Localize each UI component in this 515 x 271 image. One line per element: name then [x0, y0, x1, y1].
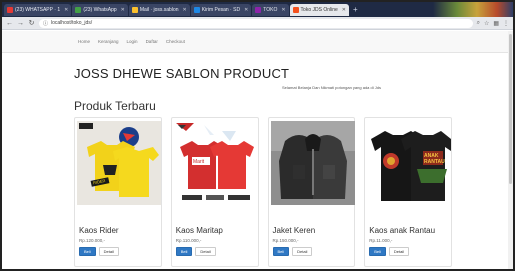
tab-favicon-icon	[292, 6, 299, 13]
tab-label: Mail · joss.sablon	[139, 6, 179, 13]
buy-button[interactable]: Beli	[369, 247, 386, 256]
browser-tab[interactable]: Mail · joss.sablon ✕	[128, 3, 190, 16]
tab-label: Kirim Pesan · SD	[201, 6, 241, 13]
product-actions: Beli Detail	[175, 247, 216, 256]
svg-text:RANTAU: RANTAU	[424, 159, 445, 165]
tab-favicon-icon	[131, 6, 138, 13]
tab-favicon-icon	[255, 6, 262, 13]
product-price: Rp.120.000,-	[79, 238, 106, 243]
browser-tab[interactable]: Kirim Pesan · SD ✕	[190, 3, 252, 16]
menu-icon[interactable]: ⋮	[503, 20, 509, 27]
product-name: Kaos Rider	[79, 226, 119, 235]
close-icon[interactable]: ✕	[183, 7, 187, 13]
product-name: Jaket Keren	[272, 226, 316, 235]
black-jacket-image[interactable]	[270, 121, 355, 205]
tab-label: (23) WHATSAPP · 1	[15, 6, 61, 13]
close-icon[interactable]: ✕	[342, 7, 346, 13]
detail-button[interactable]: Detail	[292, 247, 313, 256]
browser-tab[interactable]: (23) WhatsApp ✕	[72, 3, 128, 16]
tab-favicon-icon	[193, 6, 200, 13]
jumbotron: JOSS DHEWE SABLON PRODUCT Selamat Belanj…	[62, 60, 457, 94]
yellow-tshirt-image[interactable]: RIDER	[77, 121, 161, 205]
detail-button[interactable]: Detail	[388, 247, 410, 256]
url-input[interactable]: ⓘ localhost/toko_jds/	[39, 18, 473, 28]
info-icon[interactable]: ⓘ	[43, 20, 48, 27]
tab-label: TOKO	[263, 6, 278, 13]
red-tshirt-image[interactable]: Marit	[173, 121, 258, 205]
new-tab-icon[interactable]: +	[350, 5, 361, 14]
tab-label: Toko JDS Online	[300, 6, 338, 13]
browser-tab[interactable]: TOKO ✕	[252, 3, 289, 16]
buy-button[interactable]: Beli	[175, 247, 193, 256]
product-actions: Beli Detail	[272, 247, 313, 256]
url-text: localhost/toko_jds/	[51, 20, 93, 26]
site-title: JOSS DHEWE SABLON PRODUCT	[74, 66, 290, 81]
product-price: Rp.110.000,-	[175, 238, 202, 243]
product-price: Rp.150.000,-	[272, 238, 299, 243]
buy-button[interactable]: Beli	[272, 247, 290, 256]
nav-link-checkout[interactable]: Checkout	[166, 39, 185, 44]
close-icon[interactable]: ✕	[121, 7, 125, 13]
browser-tab-active[interactable]: Toko JDS Online ✕	[289, 3, 349, 16]
detail-button[interactable]: Detail	[98, 247, 119, 256]
buy-button[interactable]: Beli	[79, 247, 96, 256]
browser-window: (23) WHATSAPP · 1 ✕ (23) WhatsApp ✕ Mail…	[0, 0, 515, 271]
product-actions: Beli Detail	[79, 247, 119, 256]
product-card: Marit Kaos Maritap Rp.110.000,- Beli Det…	[170, 117, 259, 267]
product-price: Rp.11.000,-	[369, 238, 393, 243]
nav-link-daftar[interactable]: Daftar	[146, 39, 158, 44]
scrollbar-thumb[interactable]	[509, 34, 512, 184]
close-icon[interactable]: ✕	[64, 7, 68, 13]
product-card: ANAK RANTAU Kaos anak Rantau Rp.11.000,-…	[364, 117, 452, 267]
svg-text:Marit: Marit	[193, 159, 205, 165]
product-actions: Beli Detail	[369, 247, 410, 256]
nav-link-keranjang[interactable]: Keranjang	[98, 39, 119, 44]
tab-label: (23) WhatsApp	[83, 6, 117, 13]
close-icon[interactable]: ✕	[281, 7, 285, 13]
back-arrow-icon[interactable]: ←	[6, 20, 13, 27]
forward-arrow-icon[interactable]: →	[17, 20, 24, 27]
product-name: Kaos anak Rantau	[369, 226, 436, 235]
section-title: Produk Terbaru	[74, 99, 156, 113]
browser-tab[interactable]: (23) WHATSAPP · 1 ✕	[4, 3, 72, 16]
product-card: Jaket Keren Rp.150.000,- Beli Detail	[267, 117, 356, 267]
product-name: Kaos Maritap	[175, 226, 223, 235]
tab-favicon-icon	[7, 6, 13, 13]
close-icon[interactable]: ✕	[244, 7, 248, 13]
detail-button[interactable]: Detail	[195, 247, 216, 256]
product-grid: RIDER Kaos Rider Rp.120.000,- Beli Detai…	[74, 117, 452, 267]
extension-icon[interactable]: ▦	[493, 20, 499, 27]
reload-icon[interactable]: ↻	[28, 19, 35, 27]
nav-link-home[interactable]: Home	[78, 39, 90, 44]
window-theme-art	[433, 2, 513, 17]
site-navbar: Home Keranjang Login Daftar Checkout	[2, 31, 513, 53]
product-card: RIDER Kaos Rider Rp.120.000,- Beli Detai…	[74, 117, 162, 267]
address-bar-row: ← → ↻ ⓘ localhost/toko_jds/ ⌕ ☆ ▦ ⋮	[2, 17, 513, 30]
tab-favicon-icon	[75, 6, 82, 13]
black-tshirt-image[interactable]: ANAK RANTAU	[367, 121, 452, 205]
site-tagline: Selamat Belanja Dan Nikmati potongan yan…	[282, 85, 381, 90]
star-icon[interactable]: ☆	[484, 20, 489, 27]
zoom-icon[interactable]: ⌕	[477, 20, 480, 27]
nav-link-login[interactable]: Login	[127, 39, 138, 44]
